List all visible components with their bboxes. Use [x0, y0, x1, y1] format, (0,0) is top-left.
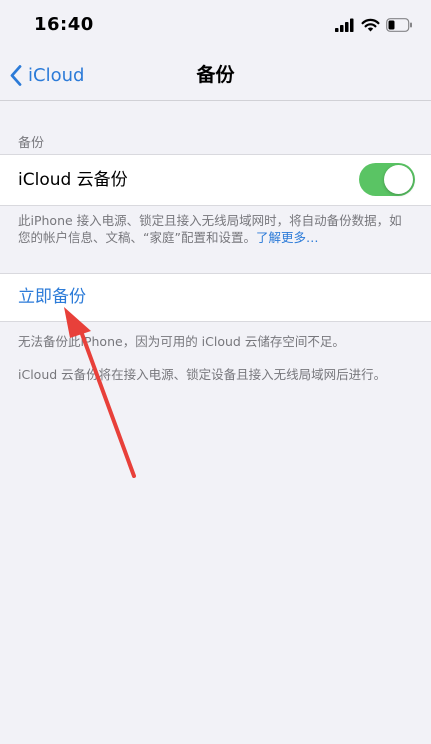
- backup-description: 此iPhone 接入电源、锁定且接入无线局域网时，将自动备份数据，如您的帐户信息…: [18, 212, 408, 246]
- back-up-now-button[interactable]: 立即备份: [18, 274, 86, 321]
- signal-icon: [335, 18, 354, 32]
- page-title: 备份: [196, 64, 235, 86]
- toggle-knob: [384, 165, 413, 194]
- wifi-icon: [361, 18, 380, 32]
- navigation-bar: iCloud 备份: [0, 50, 431, 101]
- backup-error-note: 无法备份此iPhone，因为可用的 iCloud 云储存空间不足。: [18, 334, 345, 349]
- status-time: 16:40: [34, 14, 94, 35]
- back-up-now-cell[interactable]: 立即备份: [0, 273, 431, 322]
- battery-icon: [386, 18, 412, 32]
- icloud-backup-cell: iCloud 云备份: [0, 154, 431, 206]
- learn-more-link[interactable]: 了解更多…: [256, 230, 319, 245]
- icloud-backup-label: iCloud 云备份: [18, 170, 128, 190]
- status-bar: 16:40: [0, 0, 431, 50]
- section-header: 备份: [18, 136, 45, 151]
- status-icons: [335, 15, 413, 35]
- icloud-backup-toggle[interactable]: [359, 163, 415, 196]
- backup-description-text: 此iPhone 接入电源、锁定且接入无线局域网时，将自动备份数据，如您的帐户信息…: [18, 213, 402, 245]
- backup-info-note: iCloud 云备份将在接入电源、锁定设备且接入无线局域网后进行。: [18, 367, 387, 382]
